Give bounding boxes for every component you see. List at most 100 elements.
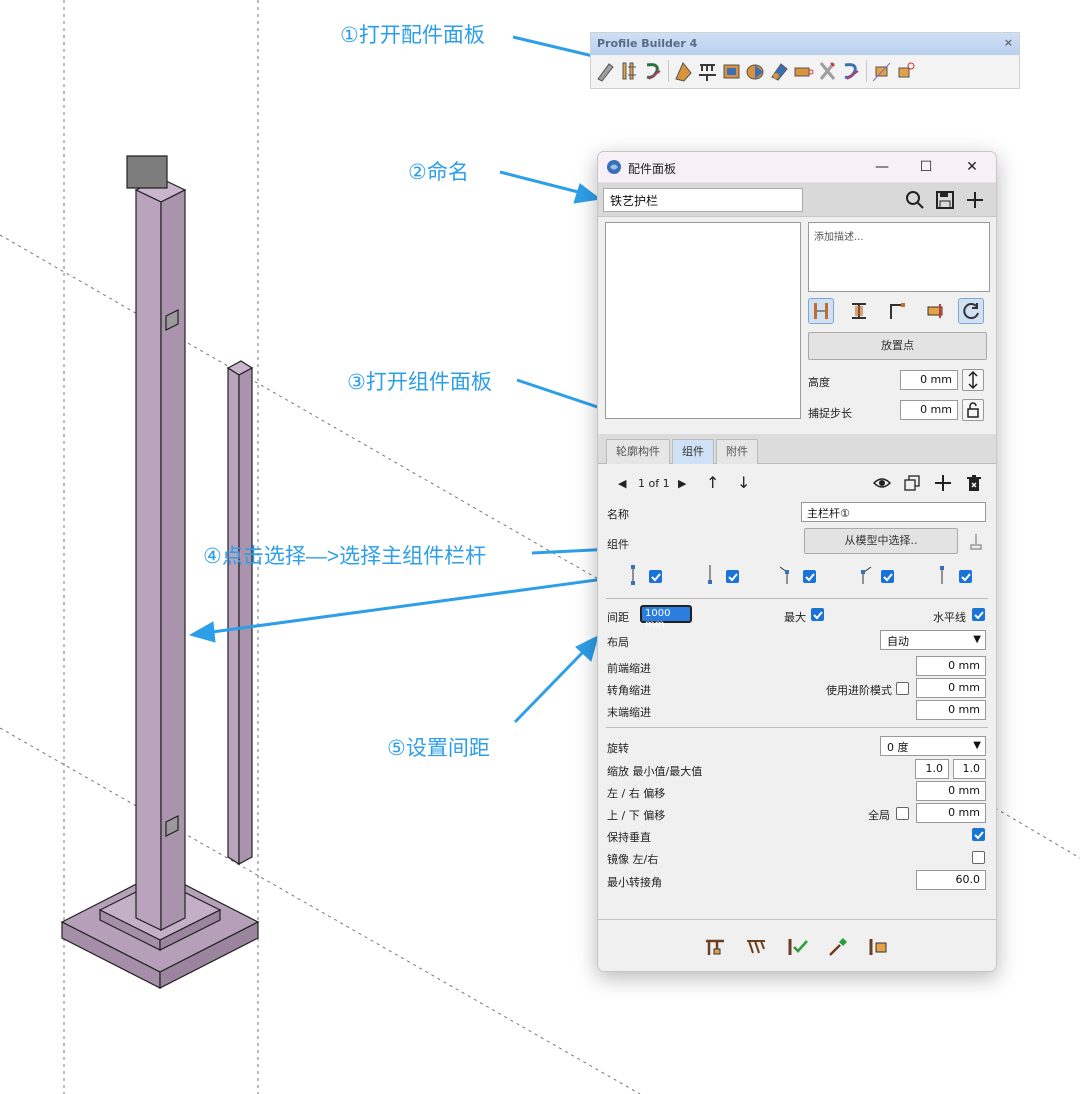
save-icon[interactable] xyxy=(934,189,956,211)
description-field[interactable]: 添加描述... xyxy=(808,222,990,292)
corner-icon xyxy=(890,303,905,319)
pick-tool-icon[interactable] xyxy=(968,533,984,551)
align-ibeam-button[interactable] xyxy=(846,298,872,324)
rotate-label: 旋转 xyxy=(607,742,629,755)
layout-select[interactable]: 自动 ▼ xyxy=(880,630,986,650)
scale-max-input[interactable]: 1.0 xyxy=(953,759,986,779)
railing-insert-icon[interactable] xyxy=(703,935,727,959)
cross-icon[interactable] xyxy=(817,59,838,83)
pick-from-model-button[interactable]: 从模型中选择.. xyxy=(804,528,958,554)
annotation-step2: ②命名 xyxy=(408,161,469,184)
ud-offset-label: 上 / 下 偏移 xyxy=(607,809,666,822)
screenshot-stage: { "toolbar": { "title": "Profile Builder… xyxy=(0,0,1080,1094)
corner-indent-input[interactable]: 0 mm xyxy=(916,678,986,698)
maximize-button[interactable]: ☐ xyxy=(910,156,942,178)
paint-icon[interactable] xyxy=(769,59,790,83)
toolbar-icons xyxy=(591,55,1019,87)
toolbar-close-button[interactable]: × xyxy=(1004,36,1013,49)
snap-both-ends-checkbox[interactable] xyxy=(649,570,662,583)
max-checkbox[interactable] xyxy=(811,608,824,621)
eraser-icon[interactable] xyxy=(793,59,814,83)
snap-step-label: 捕捉步长 xyxy=(808,407,852,420)
scale-min-input[interactable]: 1.0 xyxy=(915,759,949,779)
assembly-place-icon[interactable] xyxy=(619,59,640,83)
annotation-step3: ③打开组件面板 xyxy=(347,371,492,394)
accessory-name-input[interactable]: 铁艺护栏 xyxy=(603,188,803,212)
eye-icon[interactable] xyxy=(873,476,891,490)
align-flag-button[interactable] xyxy=(922,298,948,324)
main-post xyxy=(126,155,187,931)
vertical-arrows-icon xyxy=(968,370,978,390)
mirror-checkbox[interactable] xyxy=(972,851,985,864)
refresh-icon xyxy=(963,303,979,320)
ud-offset-input[interactable]: 0 mm xyxy=(916,803,986,823)
horizontal-checkbox[interactable] xyxy=(972,608,985,621)
box-icon[interactable] xyxy=(721,59,742,83)
profile-path-icon[interactable] xyxy=(643,59,664,83)
rotate-path-icon[interactable] xyxy=(841,59,862,83)
preview-thumbnail xyxy=(605,222,801,419)
window-title: 配件面板 xyxy=(628,162,677,176)
scale-label: 缩放 最小值/最大值 xyxy=(607,765,703,778)
snap-step-input[interactable]: 0 mm xyxy=(900,400,958,420)
front-indent-input[interactable]: 0 mm xyxy=(916,656,986,676)
profile-builder-toolbar: Profile Builder 4 × xyxy=(590,32,1020,89)
prev-arrow-icon[interactable]: ◀ xyxy=(618,477,626,490)
lock-button[interactable] xyxy=(962,399,984,421)
round-shape-icon[interactable] xyxy=(745,59,766,83)
height-label: 高度 xyxy=(808,376,830,389)
spacing-input[interactable]: 1000 mm xyxy=(640,605,692,630)
min-corner-input[interactable]: 60.0 xyxy=(916,870,986,890)
snap-corner-right-checkbox[interactable] xyxy=(881,570,894,583)
end-indent-label: 末端缩进 xyxy=(607,706,651,719)
component-name-input[interactable]: 主栏杆① xyxy=(801,502,986,522)
delete-icon[interactable] xyxy=(965,474,983,492)
place-point-button[interactable]: 放置点 xyxy=(808,332,987,360)
array-icon[interactable] xyxy=(697,59,718,83)
tab-components[interactable]: 组件 xyxy=(672,439,714,464)
add-icon[interactable] xyxy=(964,189,986,211)
global-checkbox[interactable] xyxy=(896,807,909,820)
tab-profile-members[interactable]: 轮廓构件 xyxy=(606,439,670,464)
settings-icon[interactable] xyxy=(895,59,916,83)
tab-attachments[interactable]: 附件 xyxy=(716,439,758,464)
refresh-button[interactable] xyxy=(958,298,984,324)
corner-indent-label: 转角缩进 xyxy=(607,684,651,697)
add-component-icon[interactable] xyxy=(934,474,952,492)
minimize-button[interactable]: — xyxy=(866,156,898,178)
duplicate-icon[interactable] xyxy=(903,474,921,492)
snap-corner-left-checkbox[interactable] xyxy=(803,570,816,583)
step-mode-label: 使用进阶模式 xyxy=(826,684,892,697)
search-icon[interactable] xyxy=(904,189,926,211)
keep-vertical-checkbox[interactable] xyxy=(972,828,985,841)
snap-bottom-checkbox[interactable] xyxy=(726,570,739,583)
align-center-icon xyxy=(814,303,828,319)
rotate-select[interactable]: 0 度 ▼ xyxy=(880,736,986,756)
path-draw-icon[interactable] xyxy=(595,59,616,83)
snap-corner-left-icon xyxy=(779,566,789,584)
move-down-icon[interactable]: ↓ xyxy=(737,473,750,492)
height-input[interactable]: 0 mm xyxy=(900,370,958,390)
extrude-icon[interactable] xyxy=(673,59,694,83)
align-corner-button[interactable] xyxy=(884,298,910,324)
layout-select-value: 自动 xyxy=(887,635,909,648)
move-up-icon[interactable]: ↑ xyxy=(706,473,719,492)
height-direction-button[interactable] xyxy=(962,369,984,391)
align-center-button[interactable] xyxy=(808,298,834,324)
eyedropper-icon[interactable] xyxy=(826,935,850,959)
attribute-icon[interactable] xyxy=(866,935,890,959)
close-button[interactable]: ✕ xyxy=(956,156,988,178)
window-titlebar[interactable]: 配件面板 — ☐ ✕ xyxy=(598,152,996,183)
mirror-label: 镜像 左/右 xyxy=(607,853,659,866)
snap-top-checkbox[interactable] xyxy=(959,570,972,583)
step-mode-checkbox[interactable] xyxy=(896,682,909,695)
validate-icon[interactable] xyxy=(786,935,810,959)
fence-pattern-icon[interactable] xyxy=(744,935,768,959)
panel-tabs: 轮廓构件 组件 附件 xyxy=(598,434,996,464)
snap-top-icon xyxy=(940,566,944,584)
square-icon[interactable] xyxy=(871,59,892,83)
pager-text: 1 of 1 xyxy=(638,477,670,490)
next-arrow-icon[interactable]: ▶ xyxy=(678,477,686,490)
end-indent-input[interactable]: 0 mm xyxy=(916,700,986,720)
lr-offset-input[interactable]: 0 mm xyxy=(916,781,986,801)
